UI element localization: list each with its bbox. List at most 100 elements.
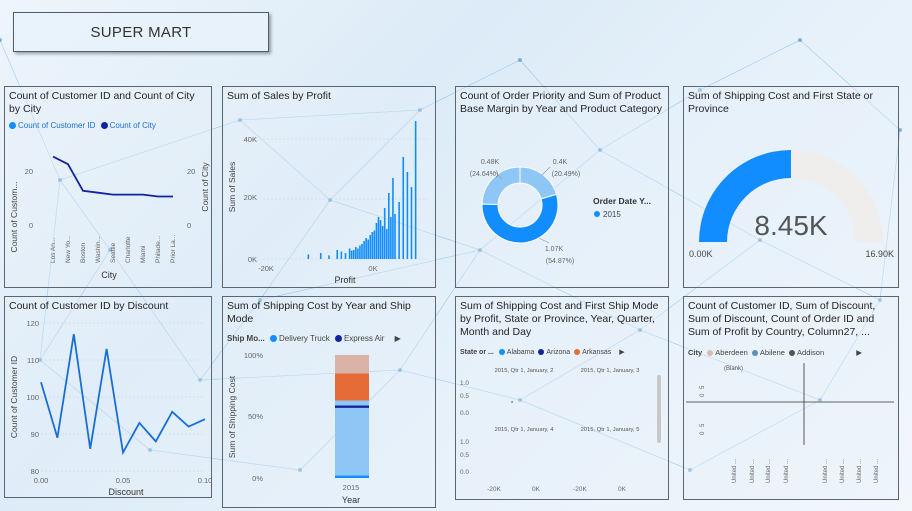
panel-customers-by-discount[interactable]: Count of Customer ID by Discount Count o…	[4, 296, 212, 498]
bar-segment[interactable]	[335, 373, 369, 401]
ship-mode-stacked-bar-chart[interactable]: Sum of Shipping Cost Year 100% 50% 0% 20…	[223, 297, 435, 507]
x-tick: 0K	[368, 264, 377, 273]
panel-shipping-by-mode[interactable]: Sum of Shipping Cost by Year and Ship Mo…	[222, 296, 436, 508]
x-tick-label: Charlotte	[125, 236, 132, 263]
bar[interactable]	[319, 253, 322, 259]
y-tick: 110	[27, 356, 39, 365]
x-axis-label: Year	[342, 495, 360, 505]
city-line-chart[interactable]: Count of Custom... Count of City 20 0 20…	[5, 87, 211, 287]
scrollbar[interactable]	[657, 375, 661, 443]
x-tick-label: Miami	[140, 246, 147, 263]
x-tick: 0.00	[34, 476, 49, 485]
x-axis-label: Discount	[108, 487, 144, 497]
x-tick-label: United ...	[840, 459, 846, 483]
bar[interactable]	[357, 248, 359, 260]
bar[interactable]	[352, 250, 355, 259]
x-tick-label: Los An...	[50, 238, 57, 263]
bar[interactable]	[377, 217, 380, 259]
y-tick: 100%	[244, 351, 264, 360]
bar[interactable]	[402, 157, 405, 259]
gauge-value: 8.45K	[754, 210, 827, 241]
left-tick: 0	[29, 221, 33, 230]
order-priority-donut-chart[interactable]: 0.48K (24.64%) 0.4K (20.49%) 1.07K (54.8…	[456, 87, 668, 287]
discount-line-chart[interactable]: Count of Customer ID Discount 120 110 100 9…	[5, 297, 211, 497]
bar[interactable]	[379, 220, 382, 259]
bar[interactable]	[383, 208, 386, 259]
bar[interactable]	[355, 247, 357, 259]
bar[interactable]	[350, 250, 353, 259]
x-tick: -20K	[573, 486, 587, 493]
y-tick: 0	[700, 393, 706, 397]
bar[interactable]	[361, 244, 363, 259]
small-multiples-chart[interactable]: 2015, Qtr 1, January, 2 2015, Qtr 1, Jan…	[456, 297, 668, 499]
sales-profit-bar-chart[interactable]: Sum of Sales Profit 40K 20K 0K -20K 0K	[223, 87, 435, 287]
x-axis-label: Profit	[334, 275, 356, 285]
panel-customers-by-city[interactable]: Count of Customer ID and Count of City b…	[4, 86, 212, 288]
network-node	[0, 38, 2, 42]
x-tick-label: United ...	[874, 459, 880, 483]
series-line-count-of-customer-id[interactable]	[52, 155, 173, 198]
x-tick: 2015	[343, 483, 360, 492]
bar[interactable]	[363, 241, 365, 259]
bar[interactable]	[392, 178, 394, 259]
panel-shipping-gauge[interactable]: Sum of Shipping Cost and First State or …	[683, 86, 899, 288]
bar-segment[interactable]	[335, 475, 369, 478]
bar[interactable]	[371, 232, 374, 259]
bar[interactable]	[336, 250, 339, 259]
bar[interactable]	[388, 193, 390, 259]
bar[interactable]	[398, 202, 400, 259]
network-node	[798, 38, 802, 42]
bar[interactable]	[385, 229, 388, 259]
x-tick-label: Philade...	[155, 236, 162, 263]
bar[interactable]	[367, 239, 369, 260]
y-tick: 5	[700, 385, 706, 389]
bar-segment[interactable]	[335, 407, 369, 476]
bar[interactable]	[328, 255, 330, 259]
gauge-max: 16.90K	[865, 249, 894, 259]
bar[interactable]	[390, 217, 392, 259]
data-label: (24.64%)	[470, 171, 498, 178]
x-tick: 0.10	[198, 476, 211, 485]
bar[interactable]	[406, 172, 409, 259]
y-tick: 0K	[248, 255, 257, 264]
x-tick-label: United ...	[823, 459, 829, 483]
country-matrix-chart[interactable]: (Blank) 5 0 5 0 United ... United ... Unit…	[684, 297, 898, 499]
legend-title: Order Date Y...	[593, 196, 651, 206]
bar[interactable]	[340, 251, 343, 260]
bar[interactable]	[369, 235, 372, 259]
data-label: 0.4K	[553, 159, 568, 166]
legend-item[interactable]: 2015	[603, 210, 621, 219]
x-tick: 0K	[532, 486, 541, 493]
y-tick: 80	[31, 467, 39, 476]
y-axis-label: Sum of Shipping Cost	[227, 375, 237, 458]
shipping-cost-gauge[interactable]: 8.45K 0.00K 16.90K	[684, 87, 898, 287]
panel-sales-by-profit[interactable]: Sum of Sales by Profit Sum of Sales Prof…	[222, 86, 436, 288]
bar-segment[interactable]	[335, 405, 369, 408]
bar[interactable]	[373, 230, 376, 260]
bar-segment[interactable]	[335, 355, 369, 374]
x-tick-label: Boston	[80, 242, 87, 263]
bar[interactable]	[359, 245, 361, 260]
bar[interactable]	[365, 238, 367, 259]
facet-title: 2015, Qtr 1, January, 5	[581, 427, 640, 433]
bar[interactable]	[414, 121, 417, 259]
y-tick: 20K	[244, 193, 257, 202]
bar[interactable]	[307, 254, 310, 260]
bar-segment[interactable]	[335, 400, 369, 406]
bar[interactable]	[375, 223, 378, 259]
right-tick: 20	[187, 167, 195, 176]
bar[interactable]	[410, 187, 413, 259]
data-point[interactable]	[510, 400, 514, 404]
bar[interactable]	[394, 214, 396, 259]
panel-order-priority-donut[interactable]: Count of Order Priority and Sum of Produ…	[455, 86, 669, 288]
x-tick-label: Prior La...	[170, 235, 177, 263]
series-line[interactable]	[40, 333, 206, 456]
bar[interactable]	[348, 248, 351, 260]
panel-shipping-small-multiples[interactable]: Sum of Shipping Cost and First Ship Mode…	[455, 296, 669, 500]
bar[interactable]	[381, 226, 384, 259]
y-axis-label-right: Count of City	[200, 162, 210, 212]
bar[interactable]	[344, 253, 347, 259]
report-title: SUPER MART	[13, 12, 269, 52]
panel-customers-by-country[interactable]: Count of Customer ID, Sum of Discount, S…	[683, 296, 899, 500]
y-axis-label: Count of Custom...	[9, 182, 19, 253]
